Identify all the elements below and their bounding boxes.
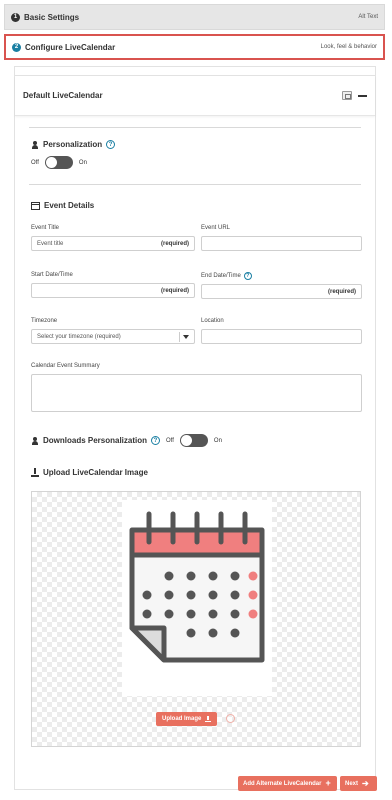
end-datetime-label: End Date/Time — [201, 273, 241, 279]
start-datetime-input[interactable]: (required) — [31, 283, 195, 298]
select-separator — [179, 332, 180, 342]
summary-label: Calendar Event Summary — [31, 363, 100, 369]
chevron-down-icon — [183, 334, 189, 339]
location-label: Location — [201, 318, 224, 324]
step-number: 2 — [12, 42, 21, 52]
next-label: Next — [345, 780, 359, 787]
toggle-off-label: Off — [31, 159, 39, 166]
card-header[interactable]: Default LiveCalendar — [15, 76, 375, 116]
divider — [29, 184, 361, 185]
step-subtitle: Look, feel & behavior — [320, 44, 377, 50]
step-title: Configure LiveCalendar — [25, 42, 116, 52]
required-hint: (required) — [160, 287, 189, 294]
event-title-label: Event Title — [31, 225, 60, 231]
personalization-heading: Personalization ? — [31, 140, 116, 149]
livecalendar-card: Default LiveCalendar Personalization ? O… — [15, 75, 375, 759]
upload-icon — [31, 468, 39, 477]
remove-image-icon[interactable] — [226, 714, 235, 723]
copy-icon[interactable] — [342, 91, 352, 100]
upload-icon — [205, 716, 212, 722]
event-details-heading: Event Details — [31, 201, 94, 210]
person-icon — [31, 436, 39, 445]
upload-heading: Upload LiveCalendar Image — [31, 468, 148, 477]
personalization-toggle-row: Off On — [31, 156, 87, 169]
end-datetime-input[interactable]: (required) — [201, 284, 362, 299]
toggle-on-label: On — [78, 159, 87, 166]
personalization-title: Personalization — [43, 140, 103, 149]
toggle-on-label: On — [213, 437, 222, 444]
timezone-select[interactable]: Select your timezone (required) — [31, 329, 195, 344]
summary-textarea[interactable] — [31, 374, 362, 412]
help-icon[interactable]: ? — [243, 272, 252, 280]
arrow-right-icon: ➔ — [362, 778, 369, 788]
step-basic-settings[interactable]: 1 Basic Settings Alt Text — [4, 4, 385, 30]
calendar-preview — [122, 500, 272, 696]
required-hint: (required) — [160, 240, 189, 247]
step-title: Basic Settings — [24, 12, 80, 22]
help-icon[interactable]: ? — [106, 140, 116, 149]
timezone-label: Timezone — [31, 318, 58, 324]
downloads-title: Downloads Personalization — [43, 436, 148, 445]
timezone-value: Select your timezone (required) — [37, 333, 121, 340]
card-title: Default LiveCalendar — [23, 91, 103, 100]
downloads-toggle-row: Off On — [166, 434, 222, 447]
upload-image-button[interactable]: Upload Image — [156, 712, 218, 726]
event-url-label: Event URL — [201, 225, 231, 231]
end-datetime-label-row: End Date/Time ? — [201, 272, 252, 280]
downloads-heading: Downloads Personalization ? — [31, 436, 161, 445]
event-title-input[interactable]: Event title (required) — [31, 236, 195, 251]
step-number: 1 — [11, 12, 20, 22]
required-hint: (required) — [327, 288, 356, 295]
next-button[interactable]: Next ➔ — [340, 776, 377, 791]
minus-icon[interactable] — [358, 94, 367, 97]
upload-title: Upload LiveCalendar Image — [43, 468, 148, 477]
personalization-toggle[interactable] — [44, 156, 73, 169]
event-url-input[interactable] — [201, 236, 362, 251]
step-subtitle: Alt Text — [358, 14, 378, 20]
start-datetime-label: Start Date/Time — [31, 272, 73, 278]
step-configure-livecalendar[interactable]: 2 Configure LiveCalendar Look, feel & be… — [4, 34, 385, 60]
location-input[interactable] — [201, 329, 362, 344]
person-icon — [31, 140, 39, 149]
divider — [29, 127, 361, 128]
add-alternate-livecalendar-button[interactable]: Add Alternate LiveCalendar + — [238, 776, 337, 791]
calendar-image — [129, 511, 265, 663]
event-details-title: Event Details — [44, 201, 95, 210]
toggle-off-label: Off — [166, 437, 174, 444]
downloads-toggle[interactable] — [179, 434, 208, 447]
plus-icon: + — [325, 778, 331, 788]
configure-panel: Default LiveCalendar Personalization ? O… — [14, 66, 376, 790]
add-alternate-label: Add Alternate LiveCalendar — [243, 780, 322, 787]
upload-image-label: Upload Image — [162, 716, 202, 722]
image-upload-area[interactable]: Upload Image — [31, 491, 361, 747]
calendar-icon — [31, 201, 40, 210]
help-icon[interactable]: ? — [151, 436, 161, 445]
event-title-placeholder: Event title — [37, 240, 64, 247]
